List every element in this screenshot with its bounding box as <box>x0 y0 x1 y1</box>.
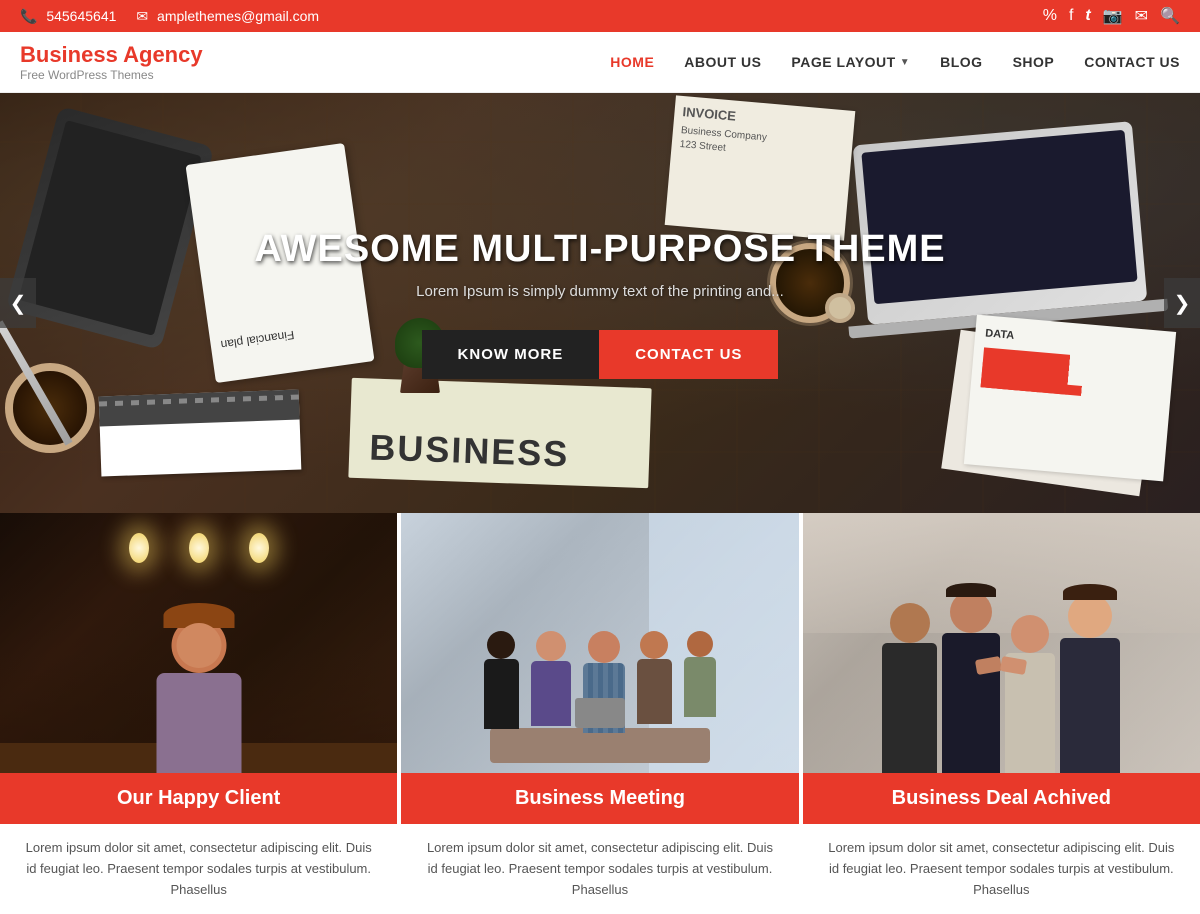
card-label-2: Business Meeting <box>401 773 798 824</box>
card-image-2 <box>401 513 798 773</box>
nav-shop[interactable]: SHOP <box>1013 54 1055 70</box>
hero-content: AWESOME MULTI-PURPOSE THEME Lorem Ipsum … <box>254 228 945 379</box>
phone-icon: 📞 <box>20 8 37 24</box>
link-icon[interactable]: % <box>1043 7 1057 25</box>
facebook-icon[interactable]: f <box>1069 7 1073 25</box>
card-business-deal: Business Deal Achived Lorem ipsum dolor … <box>803 513 1200 914</box>
phone-number: 545645641 <box>46 8 116 24</box>
email-address: amplethemes@gmail.com <box>157 8 319 24</box>
nav-contact[interactable]: CONTACT US <box>1084 54 1180 70</box>
light-bulb-1 <box>129 533 149 563</box>
page-layout-dropdown-arrow: ▼ <box>900 57 910 68</box>
card-image-3 <box>803 513 1200 773</box>
hero-prev-button[interactable]: ❮ <box>0 278 36 328</box>
card-text-1: Lorem ipsum dolor sit amet, consectetur … <box>0 824 397 914</box>
hero-notepad-decoration <box>99 390 302 477</box>
twitter-icon[interactable]: t <box>1085 7 1090 25</box>
mail-icon[interactable]: ✉ <box>1135 6 1148 26</box>
light-bulb-2 <box>189 533 209 563</box>
hero-subtitle: Lorem Ipsum is simply dummy text of the … <box>254 283 945 300</box>
light-bulb-3 <box>249 533 269 563</box>
phone-info: 📞 545645641 <box>20 8 116 25</box>
card-label-3: Business Deal Achived <box>803 773 1200 824</box>
card-text-2: Lorem ipsum dolor sit amet, consectetur … <box>401 824 798 914</box>
hero-newspaper-decoration <box>348 378 651 488</box>
email-icon: ✉ <box>136 8 148 24</box>
nav-about[interactable]: ABOUT US <box>684 54 761 70</box>
hero-section: INVOICE Business Company123 Street DATA … <box>0 93 1200 513</box>
logo-subtitle: Free WordPress Themes <box>20 68 203 82</box>
nav-page-layout[interactable]: PAGE LAYOUT ▼ <box>791 54 910 70</box>
card-business-meeting: Business Meeting Lorem ipsum dolor sit a… <box>401 513 798 914</box>
header: Business Agency Free WordPress Themes HO… <box>0 32 1200 93</box>
instagram-icon[interactable]: 📷 <box>1103 6 1123 26</box>
card-happy-client: Our Happy Client Lorem ipsum dolor sit a… <box>0 513 397 914</box>
social-icons: % f t 📷 ✉ 🔍 <box>1043 6 1180 26</box>
know-more-button[interactable]: KNOW MORE <box>422 330 600 379</box>
contact-us-button[interactable]: CONTACT US <box>599 330 778 379</box>
card-label-1: Our Happy Client <box>0 773 397 824</box>
card-image-1 <box>0 513 397 773</box>
email-info: ✉ amplethemes@gmail.com <box>136 8 319 25</box>
top-bar: 📞 545645641 ✉ amplethemes@gmail.com % f … <box>0 0 1200 32</box>
nav-blog[interactable]: BLOG <box>940 54 982 70</box>
hero-buttons: KNOW MORE CONTACT US <box>254 330 945 379</box>
main-nav: HOME ABOUT US PAGE LAYOUT ▼ BLOG SHOP CO… <box>610 54 1180 70</box>
nav-home[interactable]: HOME <box>610 54 654 70</box>
hero-title: AWESOME MULTI-PURPOSE THEME <box>254 228 945 271</box>
hero-invoice-decoration: INVOICE Business Company123 Street <box>665 95 856 240</box>
hero-papers-right-decoration: DATA <box>964 315 1176 482</box>
cards-section: Our Happy Client Lorem ipsum dolor sit a… <box>0 513 1200 914</box>
top-bar-contact: 📞 545645641 ✉ amplethemes@gmail.com <box>20 8 319 25</box>
hero-next-button[interactable]: ❯ <box>1164 278 1200 328</box>
card-text-3: Lorem ipsum dolor sit amet, consectetur … <box>803 824 1200 914</box>
logo-title: Business Agency <box>20 42 203 68</box>
search-icon[interactable]: 🔍 <box>1160 6 1180 26</box>
logo[interactable]: Business Agency Free WordPress Themes <box>20 42 203 82</box>
